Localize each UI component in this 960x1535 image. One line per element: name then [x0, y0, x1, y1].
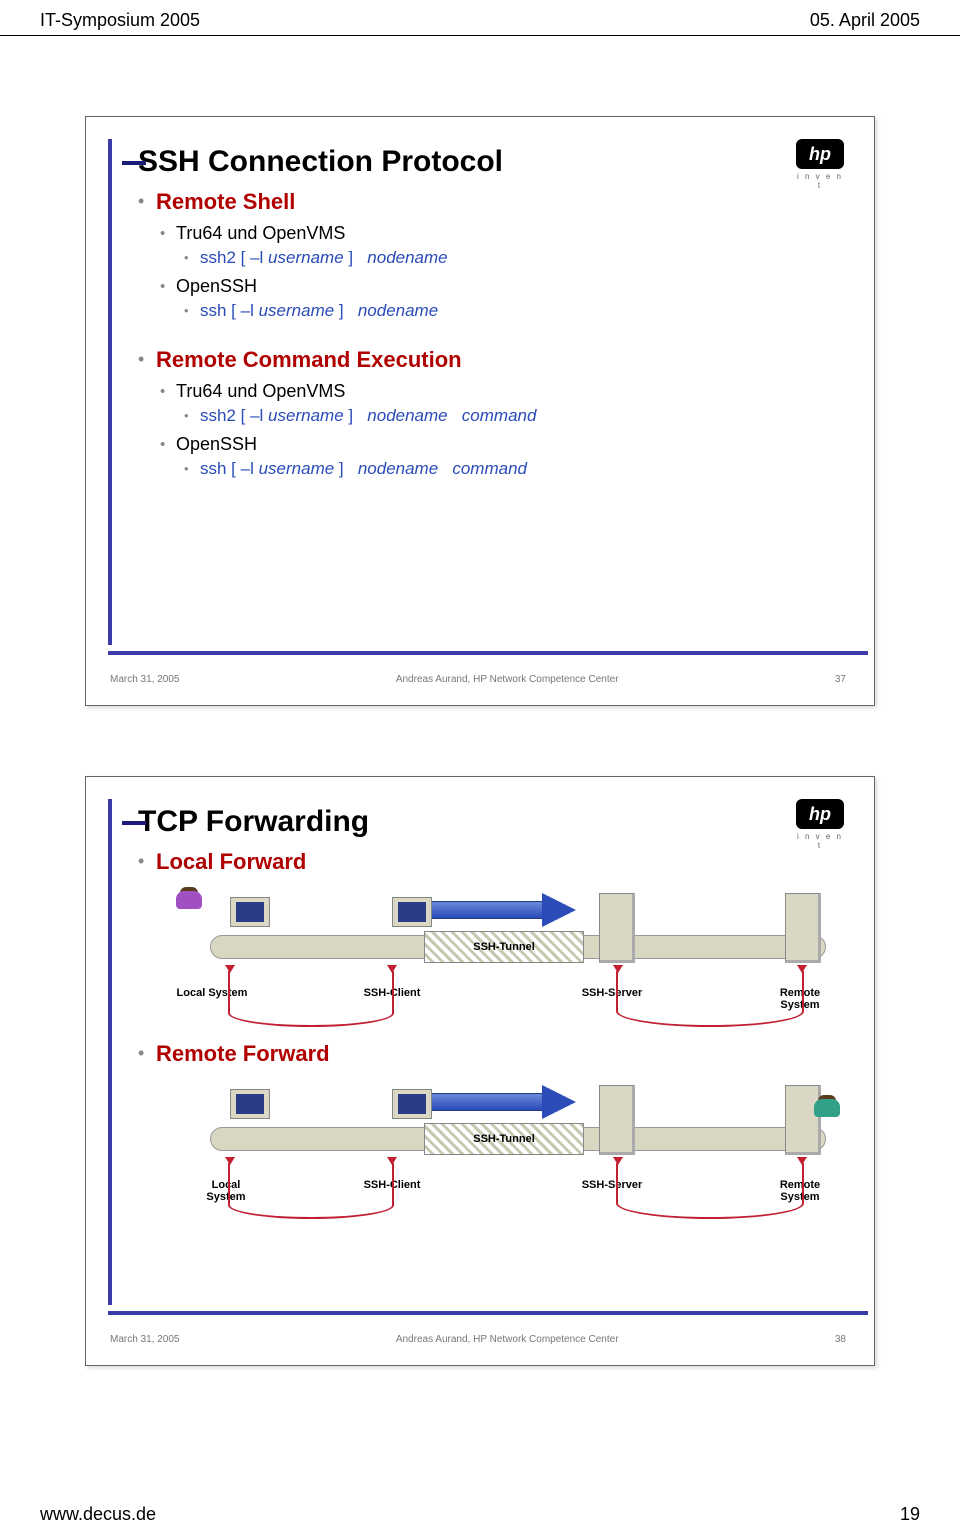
curve-arrow-icon	[616, 1163, 804, 1219]
accent-bar	[108, 799, 112, 1305]
server-icon	[586, 893, 648, 973]
slide-author: Andreas Aurand, HP Network Competence Ce…	[396, 1334, 619, 1345]
slide-title-text: SSH Connection Protocol	[138, 145, 503, 178]
slides-container: hp i n v e n t SSH Connection Protocol R…	[0, 36, 960, 1366]
header-right: 05. April 2005	[810, 10, 920, 31]
heading-local-forward: Local Forward	[138, 849, 852, 875]
tunnel-label: SSH‑Tunnel	[424, 931, 584, 963]
cmd-ssh-exec: ssh [ –l username ] nodename command	[138, 459, 852, 479]
footer-left: www.decus.de	[40, 1504, 156, 1525]
cmd-ssh-shell: ssh [ –l username ] nodename	[138, 301, 852, 321]
server-icon	[772, 893, 834, 973]
user-icon	[174, 889, 204, 923]
tunnel-label: SSH‑Tunnel	[424, 1123, 584, 1155]
footer-bar	[108, 1311, 868, 1315]
slide-number: 37	[835, 674, 846, 685]
diagram-remote-forward: SSH‑Tunnel Local System SSH-Client SSH-S…	[156, 1075, 856, 1225]
slide-content: Remote Shell Tru64 und OpenVMS ssh2 [ –l…	[138, 189, 852, 479]
slide-title-text: TCP Forwarding	[138, 805, 369, 838]
title-tick-icon	[122, 821, 146, 825]
accent-bar	[108, 139, 112, 645]
slide-title: TCP Forwarding	[138, 805, 852, 839]
slide-number: 38	[835, 1334, 846, 1345]
slide-author: Andreas Aurand, HP Network Competence Ce…	[396, 674, 619, 685]
footer-right: 19	[900, 1504, 920, 1525]
item-tru64-openvms-2: Tru64 und OpenVMS	[138, 381, 852, 402]
slide-footer: March 31, 2005 Andreas Aurand, HP Networ…	[110, 674, 846, 685]
item-openssh: OpenSSH	[138, 276, 852, 297]
curve-arrow-icon	[228, 1163, 394, 1219]
slide-tcp-forwarding: hp i n v e n t TCP Forwarding Local Forw…	[85, 776, 875, 1366]
footer-bar	[108, 651, 868, 655]
diagram-local-forward: SSH‑Tunnel Local System SSH-Client SSH-S…	[156, 883, 856, 1033]
slide-footer: March 31, 2005 Andreas Aurand, HP Networ…	[110, 1334, 846, 1345]
arrow-icon	[426, 897, 576, 923]
cmd-ssh2-exec: ssh2 [ –l username ] nodename command	[138, 406, 852, 426]
slide-content: Local Forward SSH‑Tunnel Local System SS…	[138, 849, 852, 1225]
item-openssh-2: OpenSSH	[138, 434, 852, 455]
page-footer: www.decus.de 19	[0, 1504, 960, 1525]
curve-arrow-icon	[616, 971, 804, 1027]
page-header: IT-Symposium 2005 05. April 2005	[0, 0, 960, 36]
cmd-ssh2-shell: ssh2 [ –l username ] nodename	[138, 248, 852, 268]
slide-title: SSH Connection Protocol	[138, 145, 852, 179]
title-tick-icon	[122, 161, 146, 165]
header-left: IT-Symposium 2005	[40, 10, 200, 31]
item-tru64-openvms: Tru64 und OpenVMS	[138, 223, 852, 244]
slide-ssh-connection: hp i n v e n t SSH Connection Protocol R…	[85, 116, 875, 706]
slide-date: March 31, 2005	[110, 1334, 180, 1345]
curve-arrow-icon	[228, 971, 394, 1027]
user-icon	[812, 1097, 842, 1131]
heading-remote-shell: Remote Shell	[138, 189, 852, 215]
server-icon	[586, 1085, 648, 1165]
arrow-icon	[426, 1089, 576, 1115]
slide-date: March 31, 2005	[110, 674, 180, 685]
heading-remote-cmd: Remote Command Execution	[138, 347, 852, 373]
heading-remote-forward: Remote Forward	[138, 1041, 852, 1067]
